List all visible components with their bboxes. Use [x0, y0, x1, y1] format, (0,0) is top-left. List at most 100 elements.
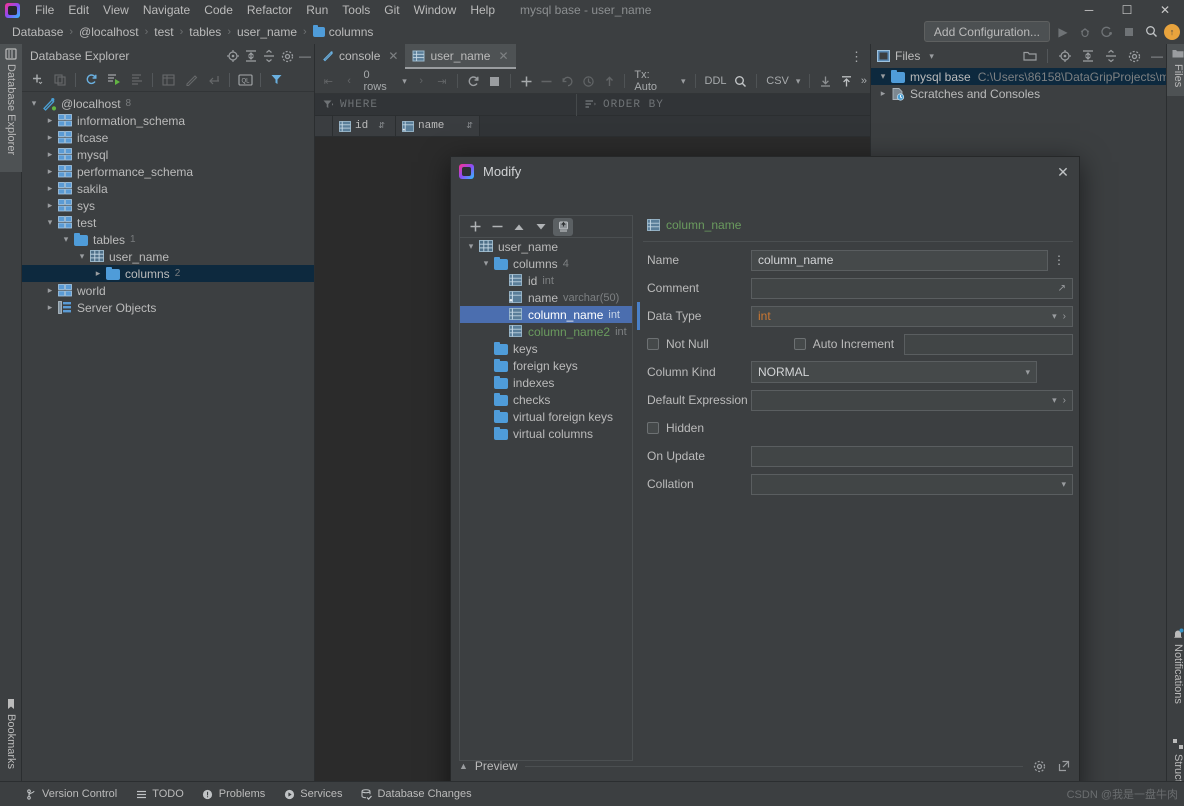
upload-icon[interactable] — [837, 72, 856, 91]
chevron-right-icon[interactable]: › — [1063, 307, 1066, 326]
chevron-right-icon[interactable]: ▸ — [42, 149, 58, 160]
collapse-all-icon[interactable] — [1102, 47, 1120, 65]
expand-all-icon[interactable] — [1079, 47, 1097, 65]
open-folder-icon[interactable] — [1021, 47, 1039, 65]
chevron-down-icon[interactable]: ▾ — [478, 258, 494, 269]
hidden-checkbox[interactable] — [647, 422, 659, 434]
not-null-checkbox[interactable] — [647, 338, 659, 350]
settings-icon[interactable] — [278, 47, 296, 65]
chevron-down-icon[interactable]: ▾ — [929, 51, 934, 62]
locate-icon[interactable] — [1056, 47, 1074, 65]
chevron-down-icon[interactable]: ▾ — [1052, 307, 1057, 326]
chevron-right-icon[interactable]: › — [1063, 391, 1066, 410]
sidebar-tab-notifications[interactable]: Notifications — [1167, 624, 1184, 722]
close-icon[interactable]: ✕ — [498, 49, 508, 63]
breadcrumb-localhost[interactable]: @localhost — [75, 24, 143, 40]
chevron-right-icon[interactable]: ▸ — [42, 183, 58, 194]
db-tree-row[interactable]: ▸performance_schema — [22, 163, 314, 180]
expand-editor-icon[interactable]: ↗ — [1058, 279, 1066, 298]
sidebar-tab-database-explorer[interactable]: Database Explorer — [0, 44, 22, 172]
db-tree-row[interactable]: ▸Server Objects — [22, 299, 314, 316]
export-format[interactable]: CSV▾ — [763, 75, 803, 87]
copy-icon[interactable] — [49, 70, 71, 90]
modify-tree-row[interactable]: namevarchar(50) — [460, 289, 632, 306]
debug-icon[interactable] — [1076, 23, 1094, 41]
profile-icon[interactable] — [1098, 23, 1116, 41]
breadcrumb-user-name[interactable]: user_name — [233, 24, 301, 40]
chevron-down-icon[interactable]: ▾ — [74, 251, 90, 262]
sidebar-tab-bookmarks[interactable]: Bookmarks — [0, 694, 22, 784]
add-row-icon[interactable] — [517, 72, 536, 91]
status-version-control[interactable]: Version Control — [25, 788, 117, 800]
search-everywhere-icon[interactable] — [1142, 23, 1160, 41]
db-tree-row[interactable]: ▸world — [22, 282, 314, 299]
default-expression-input[interactable]: ▾ › — [751, 390, 1073, 411]
stop-icon[interactable] — [1120, 23, 1138, 41]
rollback-icon[interactable] — [579, 72, 598, 91]
next-page-icon[interactable]: › — [412, 72, 431, 91]
prev-page-icon[interactable]: ‹ — [340, 72, 359, 91]
chevron-down-icon[interactable]: ▾ — [1052, 391, 1057, 410]
collapse-all-icon[interactable] — [260, 47, 278, 65]
status-problems[interactable]: Problems — [202, 788, 265, 800]
files-row-scratches[interactable]: ▸ Scratches and Consoles — [871, 85, 1166, 102]
breadcrumb-test[interactable]: test — [150, 24, 177, 40]
expand-all-icon[interactable] — [242, 47, 260, 65]
db-tree-row[interactable]: ▸itcase — [22, 129, 314, 146]
remove-icon[interactable] — [487, 218, 507, 236]
console-icon[interactable]: QL — [234, 70, 256, 90]
close-icon[interactable]: ✕ — [388, 49, 398, 63]
auto-increment-checkbox[interactable] — [794, 338, 806, 350]
transaction-mode[interactable]: Tx: Auto▾ — [631, 69, 688, 93]
settings-icon[interactable] — [1125, 47, 1143, 65]
chevron-right-icon[interactable]: ▸ — [42, 132, 58, 143]
more-actions[interactable]: » — [858, 75, 870, 87]
move-down-icon[interactable] — [531, 218, 551, 236]
hide-panel-icon[interactable]: — — [296, 47, 314, 65]
modify-tree-row[interactable]: ▾columns4 — [460, 255, 632, 272]
sql-script-icon[interactable] — [126, 70, 148, 90]
sidebar-tab-files[interactable]: Files — [1167, 44, 1184, 96]
chevron-down-icon[interactable]: ▾ — [42, 217, 58, 228]
close-icon[interactable]: ✕ — [1053, 162, 1073, 182]
files-row-project[interactable]: ▾ mysql base C:\Users\86158\DataGripProj… — [871, 68, 1166, 85]
status-services[interactable]: Services — [283, 788, 342, 800]
download-icon[interactable] — [816, 72, 835, 91]
db-tree-row[interactable]: ▸columns2 — [22, 265, 314, 282]
modify-tree-row[interactable]: indexes — [460, 374, 632, 391]
modify-tree-row[interactable]: keys — [460, 340, 632, 357]
order-by-filter[interactable]: ORDER BY — [577, 99, 664, 111]
editor-options-icon[interactable]: ⋮ — [850, 49, 864, 65]
commit-icon[interactable] — [600, 72, 619, 91]
grid-column-name[interactable]: name ⇵ — [396, 116, 480, 136]
db-tree-row[interactable]: ▾user_name — [22, 248, 314, 265]
menu-file[interactable]: File — [28, 1, 61, 19]
collation-select[interactable]: ▾ — [751, 474, 1073, 495]
collapse-arrow-icon[interactable]: ▲ — [459, 761, 468, 771]
run-query-icon[interactable] — [103, 70, 125, 90]
modify-tree-row[interactable]: ▾user_name — [460, 238, 632, 255]
db-tree-row[interactable]: ▸sakila — [22, 180, 314, 197]
hide-panel-icon[interactable]: — — [1148, 47, 1166, 65]
modify-tree-row[interactable]: virtual columns — [460, 425, 632, 442]
db-tree-row[interactable]: ▸information_schema — [22, 112, 314, 129]
ddl-button[interactable]: DDL — [702, 75, 730, 87]
db-tree-row[interactable]: ▾@localhost8 — [22, 95, 314, 112]
first-page-icon[interactable]: ⇤ — [319, 72, 338, 91]
add-icon[interactable] — [26, 70, 48, 90]
preview-section[interactable]: ▲ Preview — [459, 755, 1073, 777]
refresh-icon[interactable] — [80, 70, 102, 90]
where-filter[interactable]: WHERE — [315, 94, 577, 116]
pin-icon[interactable] — [553, 218, 573, 236]
auto-increment-input[interactable] — [904, 334, 1073, 355]
chevron-right-icon[interactable]: ▸ — [42, 285, 58, 296]
status-todo[interactable]: TODO — [135, 788, 184, 800]
modify-tree-row[interactable]: checks — [460, 391, 632, 408]
menu-code[interactable]: Code — [197, 1, 240, 19]
minimize-button[interactable]: ─ — [1070, 0, 1108, 20]
menu-edit[interactable]: Edit — [61, 1, 96, 19]
status-database-changes[interactable]: Database Changes — [360, 788, 471, 800]
run-icon[interactable]: ▶ — [1054, 23, 1072, 41]
reload-icon[interactable] — [464, 72, 483, 91]
comment-input[interactable]: ↗ — [751, 278, 1073, 299]
